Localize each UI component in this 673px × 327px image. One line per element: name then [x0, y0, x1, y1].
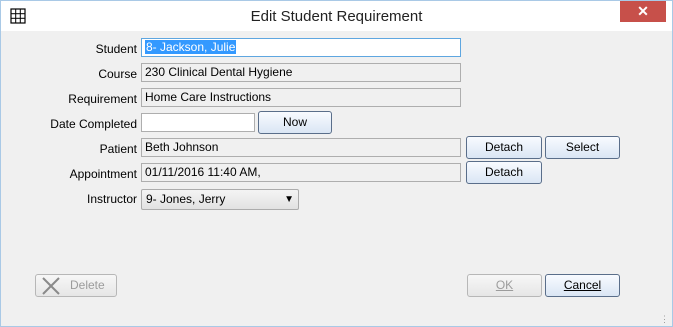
instructor-selected-value: 9- Jones, Jerry	[146, 192, 226, 206]
instructor-select[interactable]: 9- Jones, Jerry ▼	[141, 189, 299, 210]
requirement-field[interactable]: Home Care Instructions	[141, 88, 461, 107]
title-bar[interactable]: Edit Student Requirement ✕	[1, 1, 672, 31]
course-label: Course	[98, 67, 137, 81]
patient-select-button[interactable]: Select	[545, 136, 620, 159]
appointment-label: Appointment	[69, 167, 137, 181]
appointment-field[interactable]: 01/11/2016 11:40 AM,	[141, 163, 461, 182]
date-completed-label: Date Completed	[50, 117, 137, 131]
delete-x-icon	[42, 277, 60, 295]
close-icon: ✕	[637, 3, 649, 19]
ok-button[interactable]: OK	[467, 274, 542, 297]
close-button[interactable]: ✕	[620, 1, 666, 22]
student-label: Student	[95, 42, 137, 56]
resize-grip-icon[interactable]: ⋮	[660, 314, 670, 324]
patient-label: Patient	[99, 142, 137, 156]
chevron-down-icon: ▼	[284, 194, 294, 205]
delete-button[interactable]: Delete	[35, 274, 117, 297]
student-value: 8- Jackson, Julie	[145, 40, 237, 54]
ok-label: OK	[495, 278, 514, 292]
cancel-button[interactable]: Cancel	[545, 274, 620, 297]
dialog-window: Edit Student Requirement ✕ Student 8- Ja…	[0, 0, 673, 327]
date-completed-input[interactable]	[141, 113, 255, 132]
now-button[interactable]: Now	[258, 111, 332, 134]
instructor-label: Instructor	[86, 192, 137, 206]
patient-detach-button[interactable]: Detach	[466, 136, 542, 159]
window-title: Edit Student Requirement	[250, 8, 423, 25]
course-field[interactable]: 230 Clinical Dental Hygiene	[141, 63, 461, 82]
patient-field[interactable]: Beth Johnson	[141, 138, 461, 157]
appointment-detach-button[interactable]: Detach	[466, 161, 542, 184]
requirement-label: Requirement	[68, 92, 137, 106]
cancel-label: Cancel	[563, 278, 602, 292]
dialog-body: Student 8- Jackson, Julie Course 230 Cli…	[9, 31, 664, 318]
student-field[interactable]: 8- Jackson, Julie	[141, 38, 461, 57]
delete-label: Delete	[70, 278, 105, 292]
